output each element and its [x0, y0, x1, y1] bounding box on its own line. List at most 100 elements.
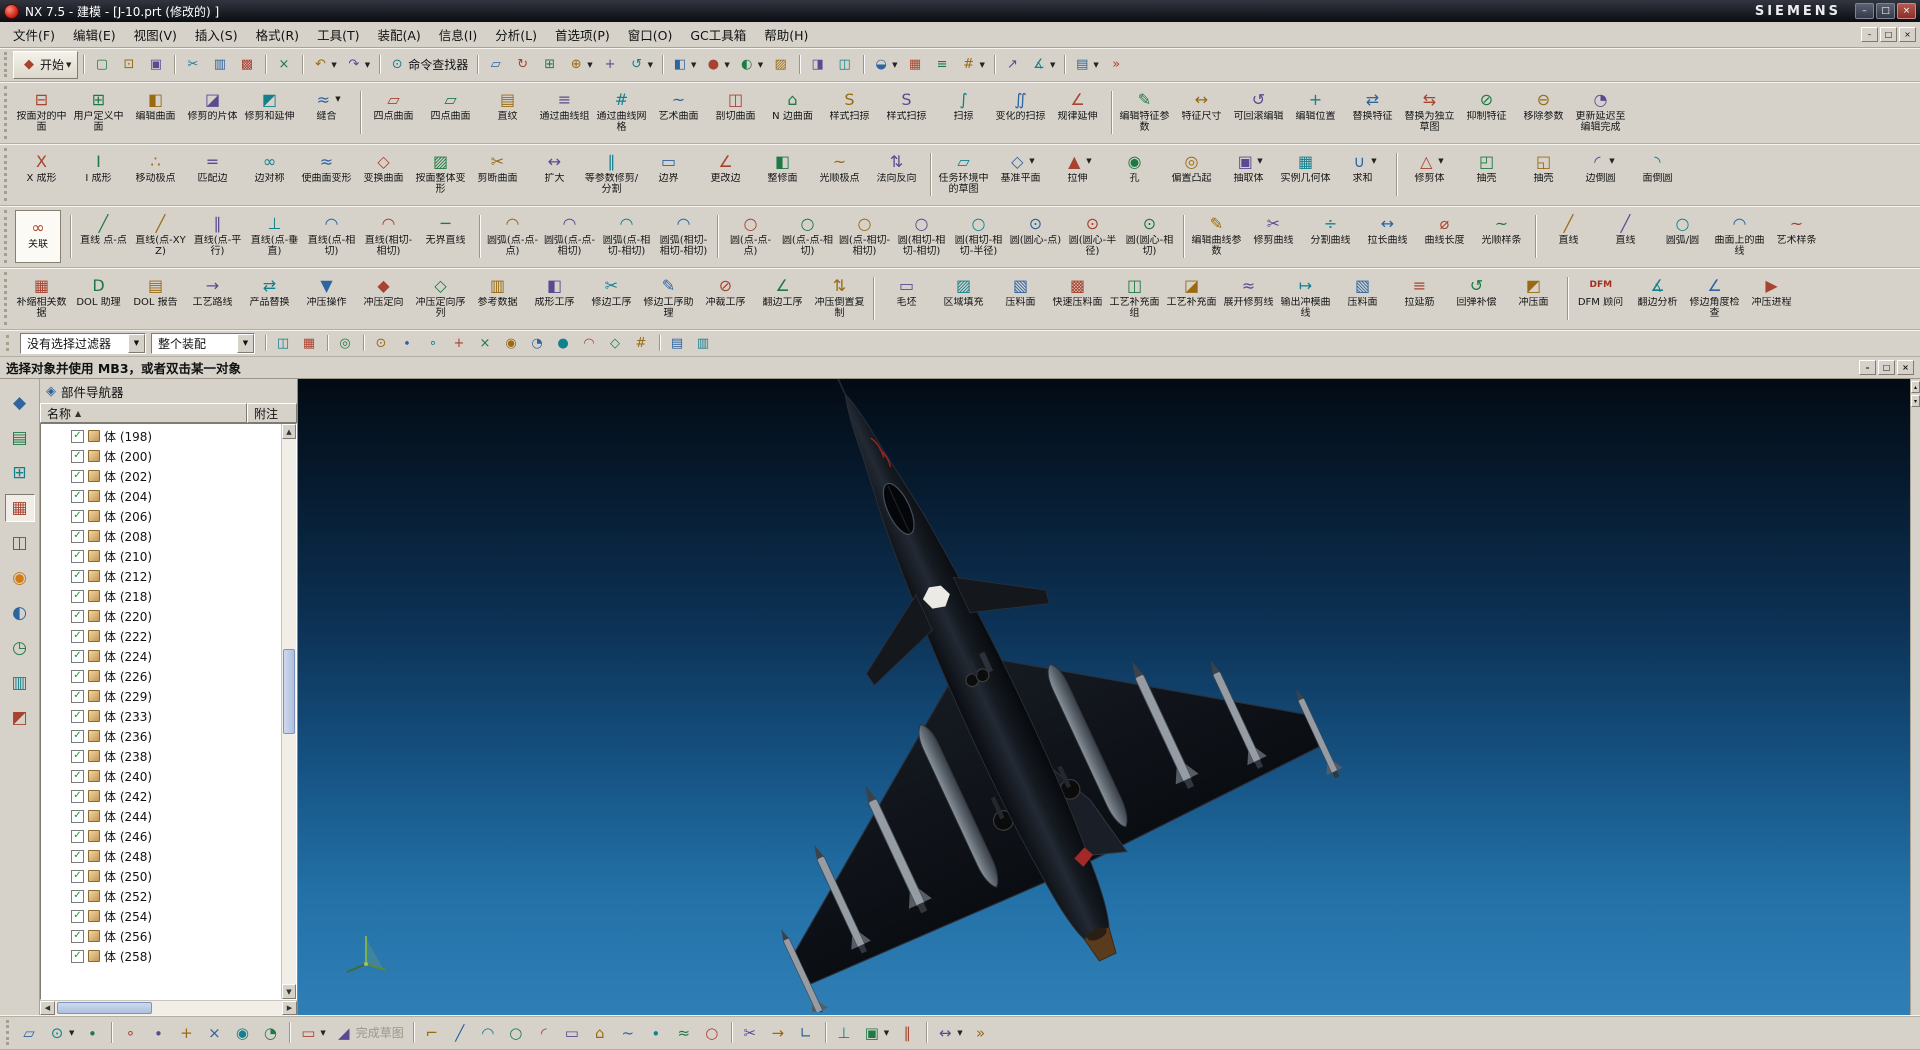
- auto-constrain-icon[interactable]: ▣ ▼: [858, 1018, 893, 1048]
- edit-section-button[interactable]: ◨: [804, 51, 831, 79]
- toolbar-button[interactable]: ↔ 拉长曲线: [1359, 207, 1416, 266]
- direct-sketch-icon[interactable]: ▱: [15, 1018, 43, 1048]
- toolbar-button[interactable]: ▱ 任务环境中的草图: [935, 145, 992, 204]
- menu-item[interactable]: 帮助(H): [755, 21, 817, 48]
- dock-scroll-down-button[interactable]: ▾: [1911, 395, 1920, 407]
- save-button[interactable]: ▣: [142, 51, 169, 79]
- toolbar-button[interactable]: ≈ ▼ 缝合: [298, 83, 355, 142]
- toolbar-button[interactable]: ∬ 变化的扫掠: [992, 83, 1049, 142]
- visibility-checkbox[interactable]: ✓: [71, 650, 84, 663]
- visibility-checkbox[interactable]: ✓: [71, 570, 84, 583]
- toolbar-button[interactable]: ⇄ 产品替换: [241, 269, 298, 328]
- tree-item[interactable]: ✓ 体 (206): [41, 506, 281, 526]
- tree-item[interactable]: ✓ 体 (222): [41, 626, 281, 646]
- menu-item[interactable]: 窗口(O): [619, 21, 682, 48]
- offset-curve-icon[interactable]: ≈: [670, 1018, 698, 1048]
- rectangle-icon[interactable]: ▭: [558, 1018, 586, 1048]
- toolbar-button[interactable]: ◠ 直线(点-相切): [303, 207, 360, 266]
- tree-item[interactable]: ✓ 体 (248): [41, 846, 281, 866]
- tree-item[interactable]: ✓ 体 (198): [41, 426, 281, 446]
- tree-item[interactable]: ✓ 体 (204): [41, 486, 281, 506]
- toolbar-button[interactable]: ▨ 区域填充: [935, 269, 992, 328]
- minimize-button[interactable]: –: [1855, 3, 1874, 19]
- toolbar-button[interactable]: ╱ 直线 点-点: [75, 207, 132, 266]
- visibility-checkbox[interactable]: ✓: [71, 490, 84, 503]
- toolbar-button[interactable]: ↦ 输出冲模曲线: [1277, 269, 1334, 328]
- more-tools-icon[interactable]: »: [967, 1018, 995, 1048]
- toolbar-button[interactable]: ◫ 工艺补充面组: [1106, 269, 1163, 328]
- visibility-checkbox[interactable]: ✓: [71, 630, 84, 643]
- toolbar-button[interactable]: ◧ 成形工序: [526, 269, 583, 328]
- visibility-checkbox[interactable]: ✓: [71, 670, 84, 683]
- start-menu-button[interactable]: ◆ 开始 ▼: [13, 51, 78, 79]
- toolbar-button[interactable]: ○ 圆(点-点-点): [722, 207, 779, 266]
- toolbar-button[interactable]: ▧ 压料面: [992, 269, 1049, 328]
- toolbar-button[interactable]: ⊘ 冲裁工序: [697, 269, 754, 328]
- column-note[interactable]: 附注: [247, 403, 297, 423]
- scrollbar-track[interactable]: [55, 1001, 282, 1015]
- toolbar-button[interactable]: ⊖ 移除参数: [1515, 83, 1572, 142]
- layer-settings-button[interactable]: ≡: [929, 51, 956, 79]
- select-all-icon[interactable]: ▦: [296, 332, 322, 354]
- toolbar-button[interactable]: ∪ ▼ 求和: [1334, 145, 1391, 204]
- graphics-window[interactable]: [298, 379, 1910, 1015]
- visibility-checkbox[interactable]: ✓: [71, 610, 84, 623]
- chevron-down-icon[interactable]: ▼: [128, 334, 145, 353]
- arc-icon[interactable]: ◠: [474, 1018, 502, 1048]
- tree-item[interactable]: ✓ 体 (258): [41, 946, 281, 966]
- toolbar-button[interactable]: ⇅ 冲压倒置复制: [811, 269, 868, 328]
- control-point-icon[interactable]: +: [446, 332, 472, 354]
- toolbar-button[interactable]: ◇ ▼ 基准平面: [992, 145, 1049, 204]
- orient-view-button[interactable]: ◧ ▼: [667, 51, 700, 79]
- toolbar-grip[interactable]: [4, 210, 9, 263]
- toolbar-button[interactable]: ○ 圆(点-相切-相切): [836, 207, 893, 266]
- tree-item[interactable]: ✓ 体 (202): [41, 466, 281, 486]
- tree-item[interactable]: ✓ 体 (250): [41, 866, 281, 886]
- jet-model[interactable]: [642, 379, 1422, 1012]
- quick-trim-icon[interactable]: ✂: [736, 1018, 764, 1048]
- toolbar-button[interactable]: ~ 光顺样条: [1473, 207, 1530, 266]
- toolbar-button[interactable]: → 工艺路线: [184, 269, 241, 328]
- toolbar-button[interactable]: ▭ 边界: [640, 145, 697, 204]
- visibility-checkbox[interactable]: ✓: [71, 830, 84, 843]
- quick-extend-icon[interactable]: →: [764, 1018, 792, 1048]
- line-icon[interactable]: ╱: [446, 1018, 474, 1048]
- toolbar-button[interactable]: ✂ 剪断曲面: [469, 145, 526, 204]
- selection-filter-dropdown[interactable]: 没有选择过滤器 ▼: [20, 333, 146, 354]
- toolbar-button[interactable]: # 通过曲线网格: [593, 83, 650, 142]
- toolbar-button[interactable]: ◰ 抽壳: [1458, 145, 1515, 204]
- toolbar-button[interactable]: + 编辑位置: [1287, 83, 1344, 142]
- toolbar-button[interactable]: ◇ 变换曲面: [355, 145, 412, 204]
- hd3d-tools-icon[interactable]: ◉: [5, 564, 35, 592]
- tree-item[interactable]: ✓ 体 (208): [41, 526, 281, 546]
- circle-icon[interactable]: ○: [502, 1018, 530, 1048]
- journal-icon[interactable]: ▥: [690, 332, 716, 354]
- toolbar-button[interactable]: ◪ 修剪的片体: [184, 83, 241, 142]
- zoom-button[interactable]: ⊕ ▼: [563, 51, 596, 79]
- menu-item[interactable]: 首选项(P): [546, 21, 619, 48]
- scroll-up-button[interactable]: ▲: [282, 424, 296, 439]
- paste-button[interactable]: ▩: [233, 51, 260, 79]
- snap-point-toggle-icon[interactable]: ⊙: [368, 332, 394, 354]
- selection-scope-dropdown[interactable]: 整个装配 ▼: [151, 333, 255, 354]
- column-name[interactable]: 名称 ▲: [40, 403, 247, 423]
- toolbar-button[interactable]: D DOL 助理: [70, 269, 127, 328]
- visibility-checkbox[interactable]: ✓: [71, 690, 84, 703]
- ellipse-icon[interactable]: ○: [698, 1018, 726, 1048]
- toolbar-button[interactable]: ◠ 圆弧(点-点-相切): [541, 207, 598, 266]
- scroll-left-button[interactable]: ◀: [40, 1001, 55, 1015]
- tree-item[interactable]: ✓ 体 (254): [41, 906, 281, 926]
- toolbar-button[interactable]: ╱ 直线: [1540, 207, 1597, 266]
- tree-item[interactable]: ✓ 体 (240): [41, 766, 281, 786]
- toolbar-button[interactable]: ▲ ▼ 拉伸: [1049, 145, 1106, 204]
- toolbar-button[interactable]: ↺ 回弹补偿: [1448, 269, 1505, 328]
- copy-button[interactable]: ▥: [206, 51, 233, 79]
- toolbar-button[interactable]: ✎ 修边工序助理: [640, 269, 697, 328]
- visibility-checkbox[interactable]: ✓: [71, 530, 84, 543]
- tree-item[interactable]: ✓ 体 (226): [41, 666, 281, 686]
- materials-icon[interactable]: ◩: [5, 704, 35, 732]
- intersection-icon[interactable]: ×: [200, 1018, 228, 1048]
- tree-item[interactable]: ✓ 体 (212): [41, 566, 281, 586]
- assembly-navigator-icon[interactable]: ▤: [5, 424, 35, 452]
- end-point-icon[interactable]: ∘: [116, 1018, 144, 1048]
